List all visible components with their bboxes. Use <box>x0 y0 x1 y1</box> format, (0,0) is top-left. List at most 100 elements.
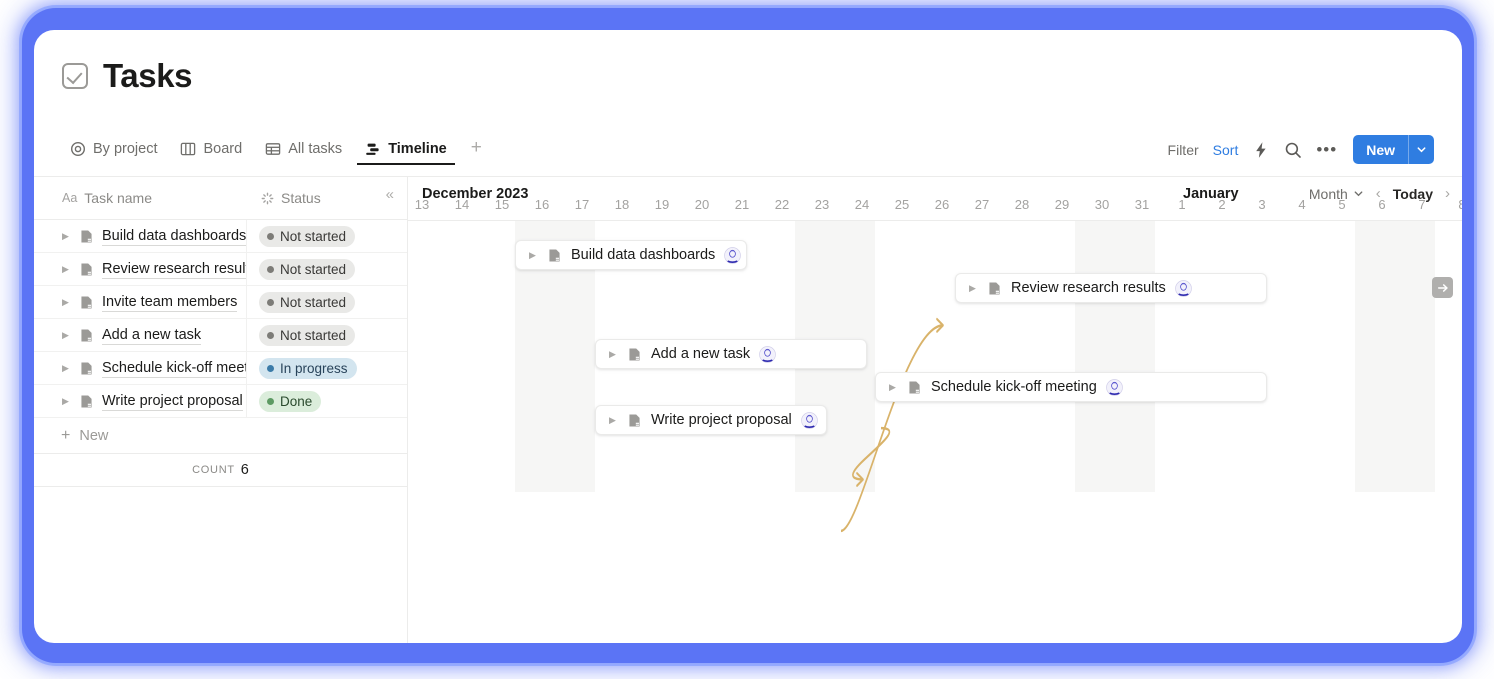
cell-status[interactable]: In progress <box>247 357 407 379</box>
timeline-day-ruler: 13 14 15 16 17 18 19 20 21 22 23 24 25 26 27 28 29 30 31 1 2… <box>408 197 1462 219</box>
document-icon <box>629 348 640 360</box>
cell-status[interactable]: Not started <box>247 225 407 247</box>
lightning-icon[interactable] <box>1252 141 1270 159</box>
table-row[interactable]: ▶ Invite team members Not started <box>34 286 407 319</box>
new-button-label: New <box>1366 141 1395 158</box>
timeline-bar[interactable]: ▶ Schedule kick-off meeting <box>875 372 1267 402</box>
cell-task-name[interactable]: ▶ Schedule kick-off meeting <box>34 352 247 384</box>
cell-status[interactable]: Not started <box>247 291 407 313</box>
document-icon <box>81 362 92 374</box>
day-tick: 27 <box>974 197 990 212</box>
cell-task-name[interactable]: ▶ Write project proposal <box>34 385 247 417</box>
expand-row-icon[interactable]: ▶ <box>62 396 71 406</box>
expand-row-icon[interactable]: ▶ <box>62 363 71 373</box>
status-badge: In progress <box>259 357 357 379</box>
expand-bar-icon[interactable]: ▶ <box>969 283 978 293</box>
table-row[interactable]: ▶ Write project proposal Done <box>34 385 407 418</box>
day-tick: 6 <box>1378 197 1386 212</box>
cell-status[interactable]: Not started <box>247 324 407 346</box>
cell-status[interactable]: Not started <box>247 258 407 280</box>
status-dot <box>267 331 274 339</box>
status-badge: Done <box>259 390 322 412</box>
user-avatar <box>1174 279 1192 297</box>
column-header-task-name[interactable]: Aa Task name <box>34 177 247 219</box>
cell-task-name[interactable]: ▶ Review research results <box>34 253 247 285</box>
day-tick: 13 <box>414 197 430 212</box>
document-icon <box>81 230 92 242</box>
cell-status[interactable]: Done <box>247 390 407 412</box>
day-tick: 16 <box>534 197 550 212</box>
ellipsis-icon[interactable]: ••• <box>1316 141 1337 158</box>
timeline-icon <box>366 143 379 155</box>
day-tick: 4 <box>1298 197 1306 212</box>
filter-button[interactable]: Filter <box>1168 142 1199 158</box>
table-row[interactable]: ▶ Build data dashboards Not started <box>34 220 407 253</box>
tab-all-tasks[interactable]: All tasks <box>257 134 350 165</box>
user-avatar <box>759 345 776 363</box>
target-icon <box>70 141 86 156</box>
day-tick: 20 <box>694 197 710 212</box>
table-row[interactable]: ▶ Review research results Not started <box>34 253 407 286</box>
tab-by-project[interactable]: By project <box>62 134 165 165</box>
timeline-bar[interactable]: ▶ Review research results <box>955 273 1267 303</box>
collapse-panel-button[interactable]: « <box>386 187 394 202</box>
sort-button[interactable]: Sort <box>1213 142 1239 158</box>
view-body: « Aa Task name Status ▶ Build data dashbo… <box>34 176 1462 643</box>
cell-task-name[interactable]: ▶ Invite team members <box>34 286 247 318</box>
status-label: Not started <box>280 327 347 343</box>
count-footer[interactable]: COUNT 6 <box>34 454 407 487</box>
day-tick: 31 <box>1134 197 1150 212</box>
table-row[interactable]: ▶ Schedule kick-off meeting In progress <box>34 352 407 385</box>
column-label: Status <box>281 190 321 206</box>
expand-row-icon[interactable]: ▶ <box>62 297 71 307</box>
status-dot <box>267 265 274 273</box>
user-avatar <box>1105 378 1123 396</box>
day-tick: 2 <box>1218 197 1226 212</box>
column-label: Task name <box>84 190 152 206</box>
expand-bar-icon[interactable]: ▶ <box>609 349 618 359</box>
timeline-bar[interactable]: ▶ Write project proposal <box>595 405 827 435</box>
status-badge: Not started <box>259 225 356 247</box>
scroll-right-button[interactable] <box>1432 277 1453 298</box>
add-view-button[interactable]: + <box>462 134 491 165</box>
status-label: In progress <box>280 360 348 376</box>
column-header-status[interactable]: Status <box>247 177 407 219</box>
user-avatar <box>800 411 818 429</box>
day-tick: 14 <box>454 197 470 212</box>
search-icon[interactable] <box>1284 141 1302 159</box>
expand-bar-icon[interactable]: ▶ <box>609 415 618 425</box>
weekend-column <box>1355 221 1435 492</box>
tab-timeline[interactable]: Timeline <box>357 134 455 165</box>
status-dot <box>267 232 274 240</box>
task-name-label: Build data dashboards <box>102 227 246 246</box>
document-icon <box>909 381 920 393</box>
checkbox-icon <box>62 63 88 89</box>
timeline-bar[interactable]: ▶ Add a new task <box>595 339 867 369</box>
chevron-down-icon <box>1417 147 1426 153</box>
expand-row-icon[interactable]: ▶ <box>62 264 71 274</box>
cell-task-name[interactable]: ▶ Build data dashboards <box>34 220 247 252</box>
day-tick: 24 <box>854 197 870 212</box>
tab-board[interactable]: Board <box>172 134 250 165</box>
text-type-icon: Aa <box>62 191 78 205</box>
user-avatar <box>724 246 742 264</box>
expand-bar-icon[interactable]: ▶ <box>889 382 898 392</box>
table-header-row: Aa Task name Status <box>34 177 407 220</box>
new-button-caret[interactable] <box>1408 135 1434 164</box>
expand-bar-icon[interactable]: ▶ <box>529 250 538 260</box>
table-row[interactable]: ▶ Add a new task Not started <box>34 319 407 352</box>
day-tick: 30 <box>1094 197 1110 212</box>
day-tick: 5 <box>1338 197 1346 212</box>
status-icon <box>261 192 274 205</box>
tab-label: By project <box>93 140 158 157</box>
expand-row-icon[interactable]: ▶ <box>62 231 71 241</box>
day-tick: 8 <box>1458 197 1462 212</box>
new-task-row[interactable]: + New <box>34 418 407 454</box>
timeline-bar[interactable]: ▶ Build data dashboards <box>515 240 747 270</box>
day-tick: 29 <box>1054 197 1070 212</box>
status-badge: Not started <box>259 258 356 280</box>
expand-row-icon[interactable]: ▶ <box>62 330 71 340</box>
new-button[interactable]: New <box>1353 135 1434 164</box>
cell-task-name[interactable]: ▶ Add a new task <box>34 319 247 351</box>
status-dot <box>267 397 274 405</box>
